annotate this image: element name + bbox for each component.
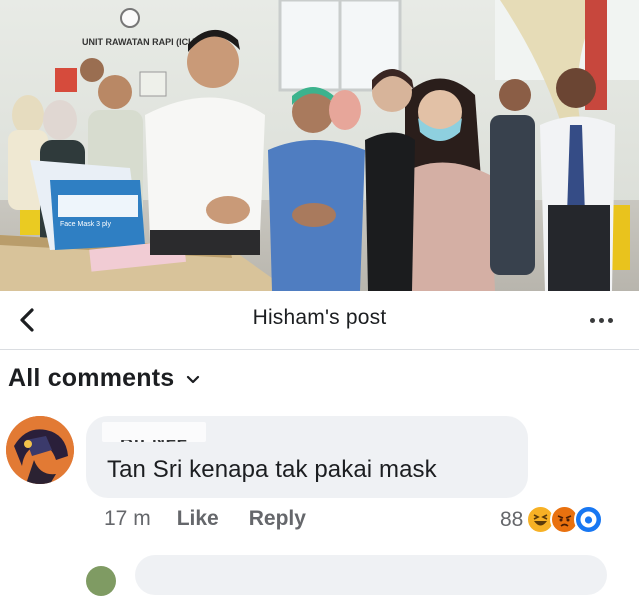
reply-button[interactable]: Reply: [249, 507, 306, 531]
comment-text: Tan Sri kenapa tak pakai mask: [107, 456, 437, 483]
commenter-avatar[interactable]: [6, 416, 74, 484]
photo-box-label: Face Mask 3 ply: [60, 221, 111, 228]
author-name-redacted: Bu Nee: [102, 422, 206, 442]
comment-filter-dropdown[interactable]: All comments: [8, 364, 200, 393]
comment-filter-label: All comments: [8, 364, 175, 392]
photo-image: UNIT RAWATAN RAPI (ICU) Face Mask 3 ply: [0, 0, 639, 291]
next-commenter-avatar[interactable]: [86, 566, 116, 596]
reaction-count: 88: [500, 507, 524, 531]
photo-sign-text: UNIT RAWATAN RAPI (ICU): [82, 37, 198, 47]
chevron-down-icon: [187, 375, 200, 383]
post-title: Hisham's post: [252, 306, 387, 329]
comment-bubble[interactable]: Bu Nee Tan Sri kenapa tak pakai mask: [86, 416, 528, 498]
post-header: Hisham's post: [0, 291, 639, 350]
wow-icon: [574, 505, 604, 534]
reaction-summary[interactable]: 88: [500, 505, 604, 534]
more-horizontal-icon: [589, 317, 595, 323]
like-button[interactable]: Like: [177, 507, 219, 531]
comment-timestamp[interactable]: 17 m: [104, 507, 151, 531]
post-photo[interactable]: UNIT RAWATAN RAPI (ICU) Face Mask 3 ply: [0, 0, 639, 291]
comment-author[interactable]: Bu Nee: [120, 440, 188, 442]
comment-actions: 17 m Like Reply: [104, 507, 336, 531]
more-options-button[interactable]: [581, 305, 621, 335]
next-comment-bubble[interactable]: [135, 555, 607, 595]
